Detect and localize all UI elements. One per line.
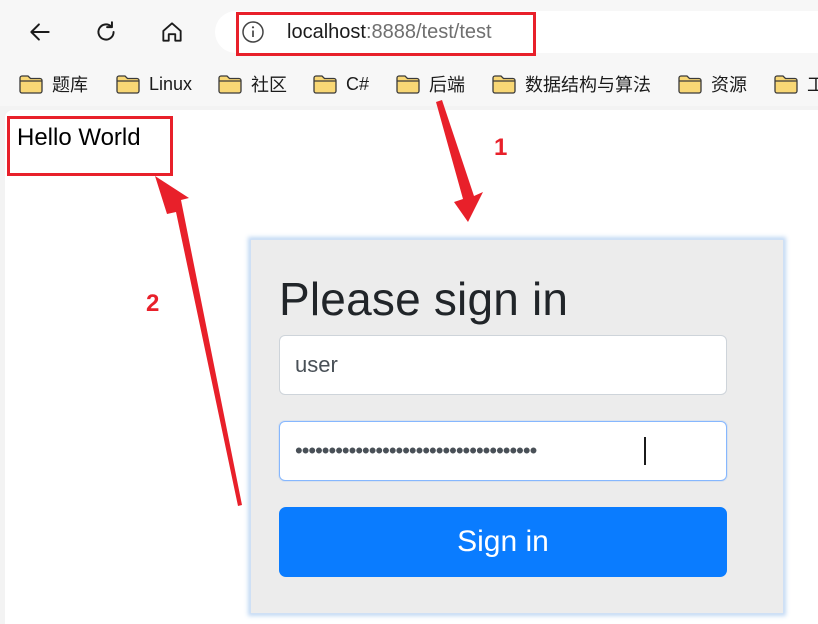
bookmark-folder[interactable]: 工 [773,72,818,96]
folder-icon [492,75,516,94]
home-icon [162,22,182,42]
page-content: Hello World Please sign in Sign in [5,110,818,624]
home-button[interactable] [154,14,190,50]
bookmark-label: 资源 [711,75,747,95]
bookmark-folder[interactable]: 后端 [395,72,465,96]
folder-icon [218,75,242,94]
folder-icon [396,75,420,94]
url-highlight-box [236,12,536,56]
login-title: Please sign in [279,273,569,325]
folder-icon [678,75,702,94]
hello-highlight-box [7,116,173,176]
annotation-label-1: 1 [494,134,508,161]
folder-icon [774,75,798,94]
annotation-label-2: 2 [146,290,160,317]
password-input[interactable] [279,421,727,481]
bookmark-label: Linux [149,73,193,94]
sign-in-button[interactable]: Sign in [279,507,727,577]
bookmark-folder[interactable]: C# [312,72,369,96]
bookmark-folder[interactable]: 题库 [18,72,88,96]
folder-icon [19,75,43,94]
bookmarks-bar: 题库 Linux 社区 C# 后端 数据结构与算法 资源 工 [0,64,818,106]
bookmark-label: 数据结构与算法 [525,75,651,95]
bookmark-folder[interactable]: 社区 [217,72,287,96]
back-arrow-icon [30,23,50,41]
bookmark-label: 社区 [251,75,287,95]
reload-button[interactable] [88,14,124,50]
bookmark-folder[interactable]: Linux [115,72,192,96]
bookmark-folder[interactable]: 资源 [677,72,747,96]
bookmark-label: 后端 [429,75,465,95]
folder-icon [313,75,337,94]
bookmark-label: 工 [807,75,818,95]
text-cursor [644,437,646,465]
login-card: Please sign in Sign in [250,239,784,614]
folder-icon [116,75,140,94]
username-input[interactable] [279,335,727,395]
back-button[interactable] [22,14,58,50]
reload-icon [97,21,115,41]
bookmark-folder[interactable]: 数据结构与算法 [491,72,651,96]
bookmark-label: 题库 [52,75,88,95]
bookmark-label: C# [346,73,370,94]
